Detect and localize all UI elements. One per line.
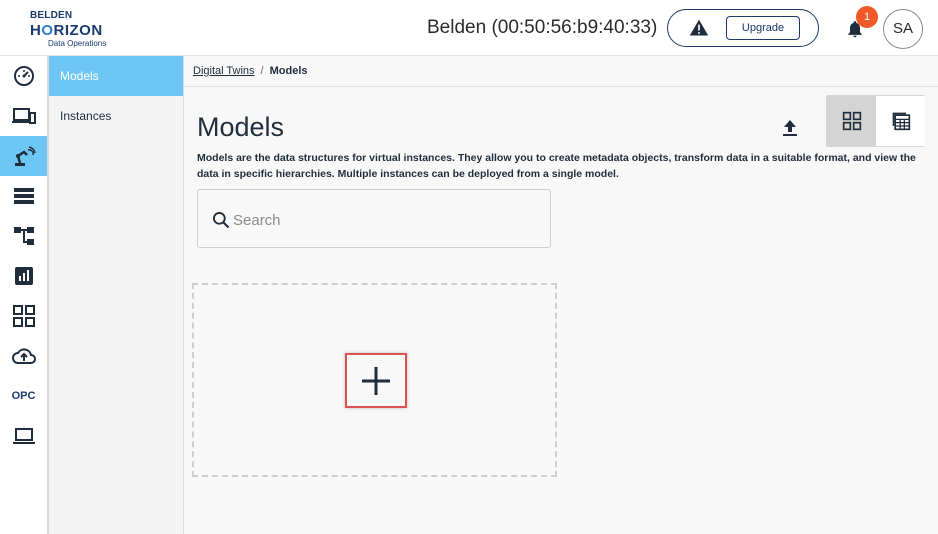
rail-item-devices[interactable] [0, 96, 47, 136]
laptop-icon [12, 428, 35, 444]
breadcrumb-divider [184, 86, 938, 87]
logo-brand: BELDEN [30, 10, 73, 21]
breadcrumb-separator: / [260, 65, 264, 77]
notification-count-badge: 1 [856, 6, 878, 28]
breadcrumb-current: Models [269, 65, 308, 77]
rail-item-digital-twins[interactable] [0, 136, 47, 176]
opc-label: OPC [11, 390, 36, 402]
rail-item-analytics[interactable] [0, 256, 47, 296]
rail-item-opc[interactable]: OPC [0, 376, 47, 416]
cloud-upload-icon [11, 348, 36, 364]
icon-rail: OPC [0, 56, 49, 534]
logo-product: HORIZON [30, 22, 103, 39]
grid-view-icon [842, 111, 861, 131]
rail-item-cloud-upload[interactable] [0, 336, 47, 376]
hierarchy-icon [13, 227, 34, 245]
analytics-icon [14, 267, 33, 285]
rail-item-list[interactable] [0, 176, 47, 216]
top-header: BELDEN HORIZON Data Operations Belden (0… [0, 0, 938, 56]
breadcrumb-link-digital-twins[interactable]: Digital Twins [193, 65, 255, 77]
device-title: Belden (00:50:56:b9:40:33) [427, 17, 658, 38]
secondary-nav: Models Instances [49, 56, 184, 534]
dashboard-gauge-icon [13, 66, 34, 86]
table-view-icon [892, 112, 910, 131]
search-icon [213, 212, 230, 229]
breadcrumb: Digital Twins / Models [193, 65, 308, 77]
rail-item-laptop[interactable] [0, 416, 47, 456]
logo-tagline: Data Operations [48, 39, 107, 48]
upload-icon[interactable] [778, 116, 802, 140]
page-description: Models are the data structures for virtu… [197, 152, 916, 180]
add-model-button[interactable] [345, 353, 407, 408]
page-title: Models [197, 112, 285, 142]
user-avatar[interactable]: SA [883, 9, 923, 49]
grid-view-button[interactable] [827, 96, 876, 146]
upgrade-button[interactable]: Upgrade [726, 16, 800, 40]
warning-icon [689, 19, 709, 36]
subnav-item-models[interactable]: Models [49, 56, 183, 96]
search-box [197, 189, 551, 248]
license-alert: Upgrade [667, 9, 819, 47]
plus-icon [362, 366, 390, 395]
rail-item-apps[interactable] [0, 296, 47, 336]
subnav-item-instances[interactable]: Instances [49, 96, 183, 136]
list-icon [13, 188, 34, 204]
table-view-button[interactable] [876, 96, 925, 146]
rail-item-hierarchy[interactable] [0, 216, 47, 256]
rail-item-dashboard[interactable] [0, 56, 47, 96]
search-input[interactable] [233, 208, 533, 232]
main-content: Digital Twins / Models Models Models are t… [184, 56, 938, 534]
add-model-card[interactable] [192, 283, 557, 477]
apps-grid-icon [12, 305, 35, 327]
view-toggle [826, 95, 925, 147]
devices-icon [11, 108, 36, 124]
digital-twins-icon [14, 146, 36, 166]
belden-horizon-logo[interactable]: BELDEN HORIZON Data Operations [30, 10, 120, 48]
